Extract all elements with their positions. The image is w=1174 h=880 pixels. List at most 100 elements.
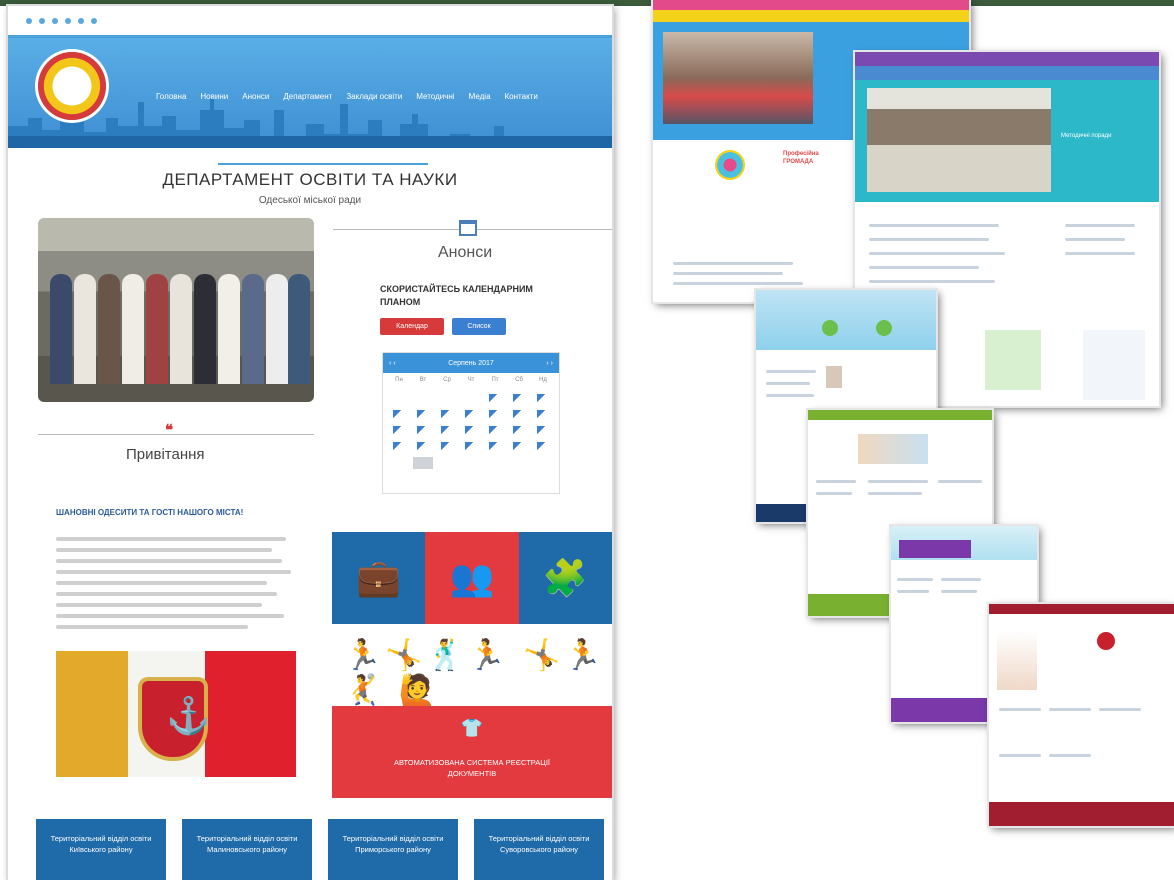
calendar-day[interactable] <box>533 457 553 469</box>
calendar-prompt: СКОРИСТАЙТЕСЬ КАЛЕНДАРНИМ ПЛАНОМ <box>380 284 533 307</box>
calendar-day[interactable] <box>485 457 505 469</box>
nav-item[interactable]: Департамент <box>283 92 332 101</box>
site-header: Головна Новини Анонси Департамент Заклад… <box>8 38 612 148</box>
weekday-label: Ср <box>443 377 451 383</box>
nav-item[interactable]: Контакти <box>505 92 538 101</box>
nav-item[interactable]: Медіа <box>469 92 491 101</box>
calendar-day[interactable] <box>533 393 553 405</box>
calendar-day[interactable] <box>389 441 409 453</box>
announcements-heading: Анонси <box>438 244 493 261</box>
quote-icon: ❝ <box>165 422 174 439</box>
greetings-divider <box>38 434 314 435</box>
social-icon[interactable] <box>26 17 32 24</box>
registration-system-banner[interactable]: 👕 АВТОМАТИЗОВАНА СИСТЕМА РЕЄСТРАЦІЇ ДОКУ… <box>332 706 612 798</box>
district-links: Територіальний відділ освіти Київського … <box>36 819 612 880</box>
department-logo[interactable] <box>38 52 106 120</box>
calendar-day[interactable] <box>437 425 457 437</box>
social-icon[interactable] <box>78 17 84 24</box>
main-navigation: Головна Новини Анонси Департамент Заклад… <box>156 92 538 101</box>
social-icon[interactable] <box>39 17 45 24</box>
calendar-day-today[interactable] <box>413 457 433 469</box>
calendar-day[interactable] <box>437 441 457 453</box>
puzzle-tile[interactable]: 🧩 <box>518 532 612 624</box>
calendar-month-label: Серпень 2017 <box>448 359 494 367</box>
calendar-day[interactable] <box>413 393 433 405</box>
nav-item[interactable]: Анонси <box>242 92 269 101</box>
calendar-day[interactable] <box>461 441 481 453</box>
calendar-day[interactable] <box>509 441 529 453</box>
main-website-screenshot: Головна Новини Анонси Департамент Заклад… <box>8 6 612 880</box>
thumbnail-heading: Професійна ГРОМАДА <box>783 151 819 165</box>
greetings-text-block <box>56 537 296 637</box>
calendar-day[interactable] <box>389 457 409 469</box>
calendar-header: ‹ ‹ Серпень 2017 › › <box>383 353 559 373</box>
calendar-day[interactable] <box>485 409 505 421</box>
nav-item[interactable]: Заклади освіти <box>346 92 402 101</box>
website-thumbnail-6[interactable] <box>989 604 1174 826</box>
district-link[interactable]: Територіальний відділ освіти Приморськог… <box>328 819 458 880</box>
calendar-day[interactable] <box>389 393 409 405</box>
district-link[interactable]: Територіальний відділ освіти Суворовсько… <box>474 819 604 880</box>
social-icon[interactable] <box>91 17 97 24</box>
calendar-day[interactable] <box>389 409 409 421</box>
registration-label: АВТОМАТИЗОВАНА СИСТЕМА РЕЄСТРАЦІЇ ДОКУМЕ… <box>393 758 550 778</box>
calendar-day[interactable] <box>413 425 433 437</box>
greetings-subheading[interactable]: ШАНОВНІ ОДЕСИТИ ТА ГОСТІ НАШОГО МІСТА! <box>56 507 266 519</box>
weekday-label: Чт <box>467 377 475 383</box>
odesa-flag-emblem: ⚓ <box>56 651 296 777</box>
district-link[interactable]: Територіальний відділ освіти Малиновсько… <box>182 819 312 880</box>
calendar-day[interactable] <box>437 409 457 421</box>
calendar-day[interactable] <box>509 393 529 405</box>
greetings-heading: Привітання <box>126 446 205 463</box>
anchor-icon: ⚓ <box>166 696 211 737</box>
calendar-day[interactable] <box>533 409 553 421</box>
nav-item[interactable]: Новини <box>200 92 228 101</box>
district-link[interactable]: Територіальний відділ освіти Київського … <box>36 819 166 880</box>
group-photo <box>38 218 314 402</box>
social-icons-bar <box>8 6 612 38</box>
social-icon[interactable] <box>65 17 71 24</box>
people-icon: 👥 <box>449 558 495 599</box>
shirt-icon: 👕 <box>460 718 484 738</box>
weekday-label: Вт <box>419 377 427 383</box>
nav-item[interactable]: Головна <box>156 92 186 101</box>
weekday-label: Пт <box>491 377 499 383</box>
calendar-day[interactable] <box>413 409 433 421</box>
prev-month-icon[interactable]: ‹ ‹ <box>389 360 396 367</box>
weekday-label: Сб <box>515 377 523 383</box>
briefcase-tile[interactable]: 💼 <box>332 532 426 624</box>
social-icon[interactable] <box>52 17 58 24</box>
calendar-icon <box>459 220 477 236</box>
calendar-day[interactable] <box>413 441 433 453</box>
page-subtitle: Одеської міської ради <box>258 195 362 206</box>
calendar-day[interactable] <box>437 457 457 469</box>
next-month-icon[interactable]: › › <box>546 360 553 367</box>
title-divider <box>218 163 428 165</box>
calendar-day[interactable] <box>461 457 481 469</box>
thumbnail-banner: Методичні поради <box>1061 133 1112 139</box>
events-calendar: ‹ ‹ Серпень 2017 › › Пн Вт Ср Чт Пт Сб Н… <box>382 352 560 494</box>
calendar-day[interactable] <box>485 425 505 437</box>
calendar-day[interactable] <box>437 393 457 405</box>
people-tile[interactable]: 👥 <box>425 532 519 624</box>
nav-item[interactable]: Методичні <box>416 92 454 101</box>
calendar-day[interactable] <box>533 441 553 453</box>
calendar-day[interactable] <box>485 441 505 453</box>
calendar-day[interactable] <box>509 425 529 437</box>
calendar-day[interactable] <box>461 425 481 437</box>
calendar-day[interactable] <box>533 425 553 437</box>
calendar-day[interactable] <box>461 393 481 405</box>
calendar-day[interactable] <box>461 409 481 421</box>
weekday-label: Нд <box>539 377 547 383</box>
calendar-grid: Пн Вт Ср Чт Пт Сб Нд <box>383 373 559 473</box>
coat-of-arms: ⚓ <box>142 681 211 757</box>
briefcase-icon: 💼 <box>356 558 402 599</box>
calendar-day[interactable] <box>509 457 529 469</box>
calendar-day[interactable] <box>485 393 505 405</box>
calendar-day[interactable] <box>389 425 409 437</box>
calendar-day[interactable] <box>509 409 529 421</box>
weekday-label: Пн <box>395 377 403 383</box>
list-view-button[interactable]: Список <box>452 318 506 335</box>
children-silhouettes-graphic: 🏃🤸🕺🏃 🤸🏃🤾 🙋 <box>344 638 606 708</box>
calendar-view-button[interactable]: Календар <box>380 318 444 335</box>
